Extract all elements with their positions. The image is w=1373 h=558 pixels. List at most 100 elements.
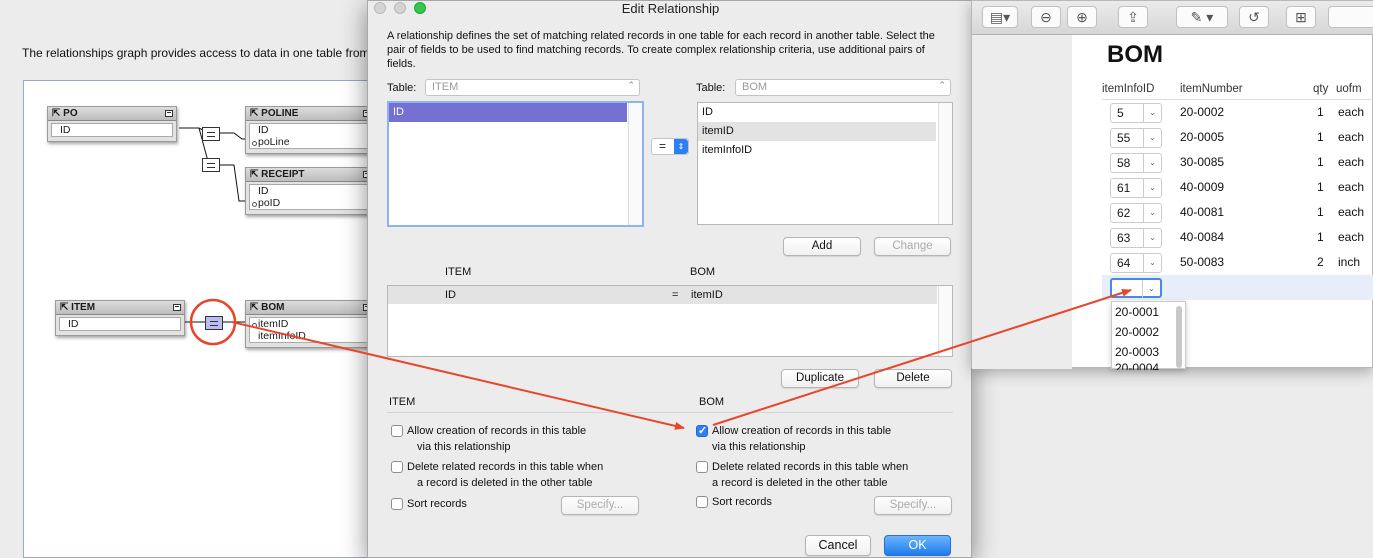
table-row[interactable]: 62 ⌄ 40-0081 1 each [1102, 200, 1373, 225]
relationship-item-bom[interactable] [205, 316, 223, 330]
chevron-updown-icon: ⇕ [674, 139, 688, 154]
left-delete-related-checkbox[interactable] [391, 461, 403, 473]
right-allow-creation-label: Allow creation of records in this table v… [712, 423, 891, 455]
list-item[interactable]: itemID [698, 122, 936, 141]
table-po-name: PO [63, 108, 78, 119]
zoom-in-icon[interactable]: ⊕ [1067, 6, 1097, 28]
left-allow-creation-checkbox[interactable] [391, 425, 403, 437]
relationship-po-receipt[interactable] [202, 158, 220, 172]
column-header: itemInfoID [1102, 83, 1155, 95]
list-item[interactable]: ID [698, 103, 952, 122]
iteminfoid-input[interactable]: ⌄ [1110, 278, 1162, 298]
operator-select[interactable]: = ⇕ [651, 138, 689, 155]
field-id: ID [60, 124, 71, 136]
right-delete-related-checkbox[interactable] [696, 461, 708, 473]
toolbar: ▤▾ ⊖ ⊕ ⇪ ✎ ▾ ↺ ⊞ [972, 1, 1373, 35]
table-row[interactable]: 55 ⌄ 20-0005 1 each [1102, 125, 1373, 150]
options-right-header: BOM [699, 396, 725, 408]
toolbox-icon[interactable]: ⊞ [1286, 6, 1316, 28]
dialog-title: Edit Relationship [621, 1, 720, 16]
right-specify-button[interactable]: Specify... [874, 496, 952, 515]
value-list-dropdown[interactable]: 20-0001 20-0002 20-0003 20-0004 [1111, 301, 1186, 370]
field-itemid: itemID [250, 318, 370, 330]
table-row[interactable]: 61 ⌄ 40-0009 1 each [1102, 175, 1373, 200]
table-bom[interactable]: ⇱ BOM itemID itemInfoID [245, 300, 375, 348]
left-delete-related-label: Delete related records in this table whe… [407, 459, 603, 491]
right-sort-records-checkbox[interactable] [696, 496, 708, 508]
dialog-description: A relationship defines the set of matchi… [387, 30, 935, 70]
right-field-list[interactable]: ID itemID itemInfoID [697, 102, 953, 225]
list-item[interactable]: ID [389, 103, 627, 122]
chevron-down-icon[interactable]: ⌄ [1143, 179, 1161, 197]
left-sort-records-checkbox[interactable] [391, 498, 403, 510]
table-po[interactable]: ⇱ PO ID [47, 106, 177, 142]
options-left-header: ITEM [389, 396, 416, 408]
uofm: each [1338, 205, 1365, 219]
relationship-po-poline[interactable] [202, 127, 220, 141]
left-specify-button[interactable]: Specify... [561, 496, 639, 515]
dropdown-option[interactable]: 20-0003 [1112, 342, 1185, 362]
markup-pen-icon[interactable]: ✎ ▾ [1176, 6, 1228, 28]
table-row[interactable]: 58 ⌄ 30-0085 1 each [1102, 150, 1373, 175]
iteminfoid-field[interactable]: 61 ⌄ [1110, 178, 1162, 198]
iteminfoid-value: 62 [1117, 206, 1131, 220]
scrollbar[interactable] [938, 103, 952, 224]
new-record-row[interactable]: ⌄ [1102, 275, 1373, 300]
iteminfoid-field[interactable]: 64 ⌄ [1110, 253, 1162, 273]
iteminfoid-field[interactable]: 58 ⌄ [1110, 153, 1162, 173]
left-field-list[interactable]: ID [387, 101, 644, 227]
delete-button[interactable]: Delete [874, 369, 952, 388]
table-poline[interactable]: ⇱ POLINE ID poLine [245, 106, 375, 154]
cancel-button[interactable]: Cancel [805, 535, 871, 556]
chevron-down-icon[interactable]: ⌄ [1143, 254, 1161, 272]
scrollbar[interactable] [1176, 306, 1182, 368]
criteria-list[interactable]: ID = itemID [387, 285, 953, 357]
table-item-name: ITEM [71, 302, 96, 313]
zoom-out-icon[interactable]: ⊖ [1031, 6, 1061, 28]
iteminfoid-field[interactable]: 62 ⌄ [1110, 203, 1162, 223]
chevron-down-icon[interactable]: ⌄ [1143, 229, 1161, 247]
dropdown-option[interactable]: 20-0001 [1112, 302, 1185, 322]
iteminfoid-field[interactable]: 55 ⌄ [1110, 128, 1162, 148]
table-row[interactable]: 63 ⌄ 40-0084 1 each [1102, 225, 1373, 250]
label-line: Delete related records in this table whe… [712, 461, 909, 473]
chevron-down-icon[interactable]: ⌄ [1143, 154, 1161, 172]
change-button[interactable]: Change [874, 237, 951, 256]
scrollbar[interactable] [628, 103, 642, 225]
table-item[interactable]: ⇱ ITEM ID [55, 300, 185, 336]
label-line: via this relationship [417, 441, 511, 453]
rotate-icon[interactable]: ↺ [1239, 6, 1269, 28]
ok-button[interactable]: OK [884, 535, 951, 556]
uofm: each [1338, 180, 1365, 194]
iteminfoid-field[interactable]: 63 ⌄ [1110, 228, 1162, 248]
table-poline-name: POLINE [261, 108, 299, 119]
share-icon[interactable]: ⇪ [1118, 6, 1148, 28]
chevron-down-icon[interactable]: ⌄ [1143, 129, 1161, 147]
item-number: 40-0081 [1180, 205, 1225, 219]
relationships-graph[interactable]: ⇱ PO ID ⇱ POLINE ID poLine ⇱ RECEIPT ID po… [23, 80, 375, 558]
field-id: ID [258, 185, 269, 197]
chevron-down-icon[interactable]: ⌄ [1142, 280, 1160, 298]
qty: 1 [1317, 155, 1324, 169]
collapse-icon[interactable] [165, 110, 173, 117]
list-item[interactable]: itemInfoID [698, 141, 952, 160]
chevron-down-icon[interactable]: ⌄ [1143, 204, 1161, 222]
search-field[interactable] [1328, 6, 1373, 28]
duplicate-button[interactable]: Duplicate [781, 369, 859, 388]
table-row[interactable]: 5 ⌄ 20-0002 1 each [1102, 100, 1373, 125]
scrollbar[interactable] [938, 286, 952, 356]
criteria-row[interactable]: ID = itemID [388, 286, 937, 304]
dropdown-option[interactable]: 20-0004 [1112, 362, 1185, 370]
chevron-down-icon[interactable]: ⌄ [1143, 104, 1161, 122]
right-table-select[interactable]: BOM [735, 78, 951, 96]
add-button[interactable]: Add [783, 237, 861, 256]
right-allow-creation-checkbox[interactable] [696, 424, 708, 437]
dropdown-option[interactable]: 20-0002 [1112, 322, 1185, 342]
iteminfoid-field[interactable]: 5 ⌄ [1110, 103, 1162, 123]
left-table-select[interactable]: ITEM [425, 78, 640, 96]
table-receipt[interactable]: ⇱ RECEIPT ID poID [245, 167, 375, 215]
sidebar-toggle-icon[interactable]: ▤▾ [982, 6, 1018, 28]
table-row[interactable]: 64 ⌄ 50-0083 2 inch [1102, 250, 1373, 275]
collapse-icon[interactable] [173, 304, 181, 311]
item-number: 50-0083 [1180, 255, 1225, 269]
